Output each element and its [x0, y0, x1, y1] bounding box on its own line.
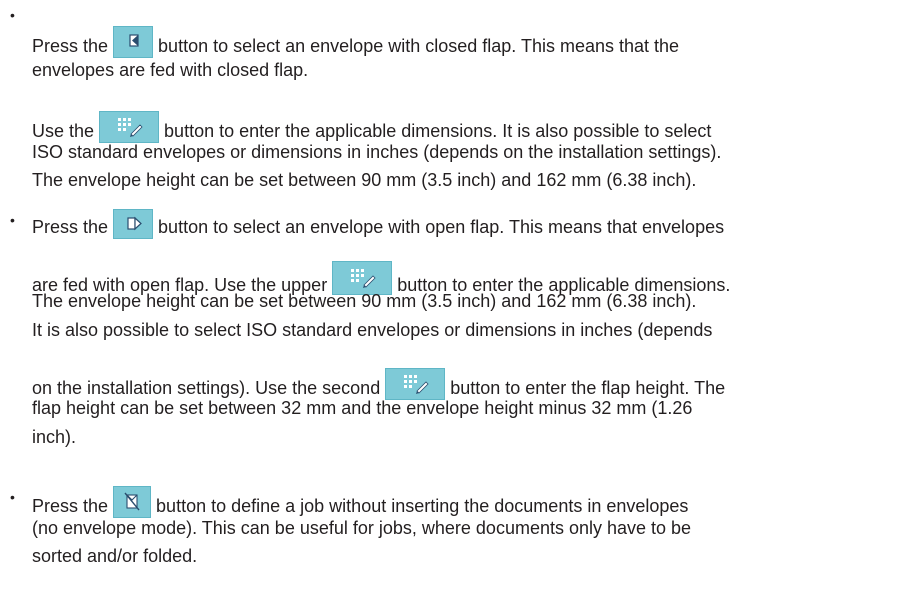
- p3-line-6: flap height can be set between 32 mm and…: [32, 398, 693, 418]
- no-envelope-icon: [124, 492, 140, 511]
- p4-text-a: Press the: [32, 496, 109, 516]
- p1-line-1: Press the button to select an envelope wi…: [32, 26, 679, 58]
- no-envelope-button: [113, 486, 152, 518]
- p3-text-e: on the installation settings). Use the s…: [32, 378, 381, 398]
- envelope-closed-flap-icon: [129, 34, 139, 47]
- p3-text-a: Press the: [32, 217, 109, 237]
- bullet-3: •: [10, 489, 15, 505]
- p3-text-f: button to enter the flap height. The: [450, 378, 726, 398]
- envelope-closed-flap-button: [113, 26, 154, 58]
- p1-line-2: envelopes are fed with closed flap.: [32, 60, 309, 80]
- bullet-2: •: [10, 212, 15, 228]
- p2-line-2: ISO standard envelopes or dimensions in …: [32, 142, 722, 162]
- p4-line-1: Press the button to define a job without …: [32, 486, 688, 518]
- envelope-open-flap-icon: [127, 216, 142, 231]
- p2-line-1: Use the button to enter the applicable di…: [32, 111, 711, 143]
- p3-line-4: It is also possible to select ISO standa…: [32, 320, 713, 340]
- keypad-edit-button: [99, 111, 160, 143]
- p3-line-3: The envelope height can be set between 9…: [32, 291, 697, 311]
- p3-text-b: button to select an envelope with open f…: [158, 217, 725, 237]
- p1-text-b: button to select an envelope with closed…: [158, 36, 680, 56]
- p3-line-5: on the installation settings). Use the s…: [32, 368, 725, 400]
- p3-line-7: inch).: [32, 427, 77, 447]
- p4-line-2: (no envelope mode). This can be useful f…: [32, 518, 692, 538]
- bullet-1: •: [10, 7, 15, 23]
- p4-text-b: button to define a job without inserting…: [156, 496, 689, 516]
- keypad-edit-icon: [118, 118, 143, 137]
- p4-line-3: sorted and/or folded.: [32, 546, 198, 566]
- p3-line-1: Press the button to select an envelope wi…: [32, 209, 724, 239]
- keypad-edit-button-second: [385, 368, 446, 400]
- p2-line-3: The envelope height can be set between 9…: [32, 170, 697, 190]
- p2-text-b: button to enter the applicable dimension…: [164, 121, 712, 141]
- p1-text-a: Press the: [32, 36, 109, 56]
- envelope-open-flap-button: [113, 209, 154, 239]
- keypad-edit-icon: [404, 375, 429, 394]
- p2-text-a: Use the: [32, 121, 95, 141]
